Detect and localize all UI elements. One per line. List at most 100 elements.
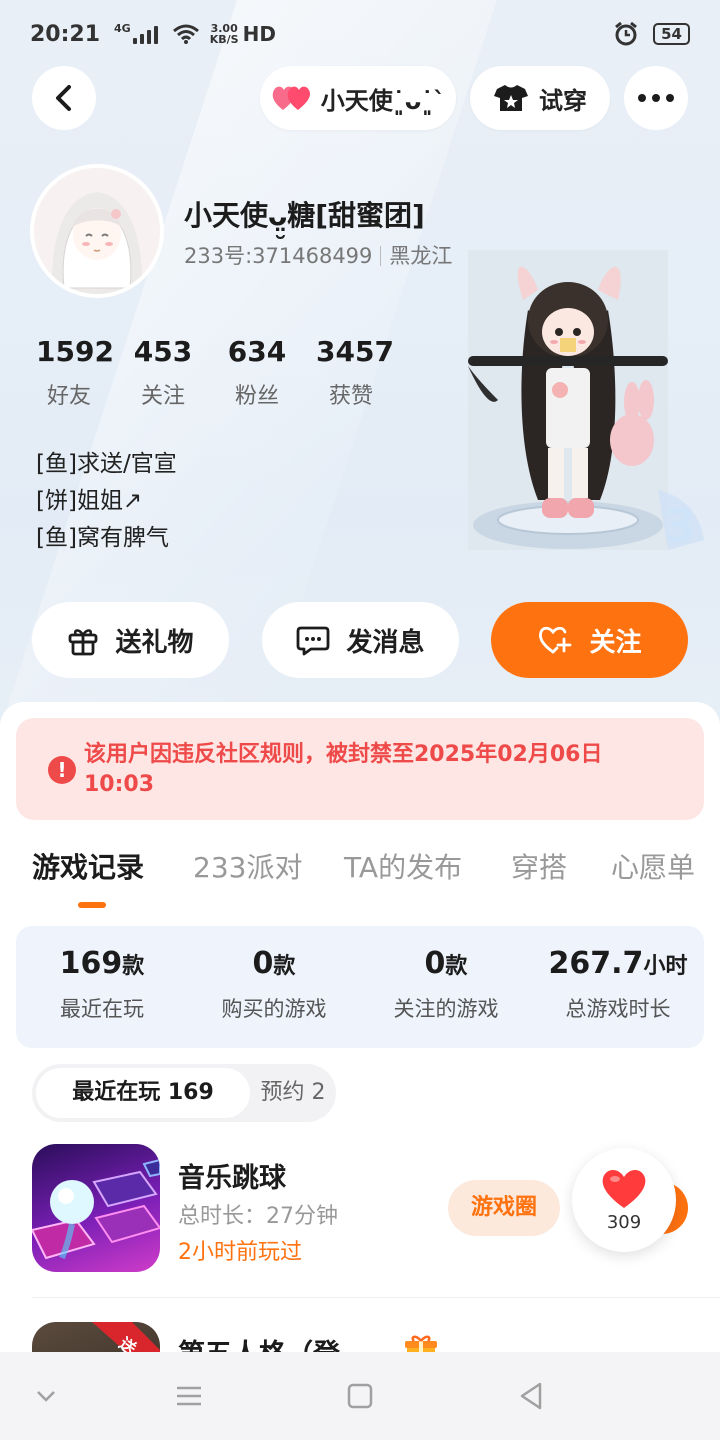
stat-value: 453 <box>133 335 193 368</box>
segment-recent[interactable]: 最近在玩 169 <box>36 1068 250 1118</box>
chat-bubble-icon <box>297 626 330 656</box>
game-summary: 169款 最近在玩 0款 购买的游戏 0款 关注的游戏 267.7小时 总游戏时… <box>16 926 704 1048</box>
avatar-image <box>34 168 160 294</box>
bio-line: [鱼]求送/官宣 <box>36 451 177 477</box>
summary-recent[interactable]: 169款 最近在玩 <box>16 946 188 1023</box>
summary-unit: 款 <box>445 954 468 979</box>
profile-name: 小天使ᴗ̤̮糖[甜蜜团] <box>184 199 425 232</box>
stat-following[interactable]: 453 关注 <box>130 336 196 410</box>
summary-value: 0 <box>252 946 274 981</box>
stat-value: 3457 <box>316 335 394 368</box>
games-segment: 最近在玩 169 预约 2 <box>32 1064 336 1122</box>
summary-value: 169 <box>59 946 123 981</box>
chevron-left-icon <box>56 85 71 111</box>
stat-friends[interactable]: 1592 好友 <box>36 335 114 410</box>
summary-purchased[interactable]: 0款 购买的游戏 <box>188 946 360 1023</box>
stat-label: 获赞 <box>328 384 373 409</box>
try-on-button[interactable]: 试穿 <box>470 66 610 130</box>
summary-label: 关注的游戏 <box>393 997 499 1021</box>
summary-unit: 款 <box>122 954 145 979</box>
follow-label: 关注 <box>589 627 642 658</box>
tab-wishlist[interactable]: 心愿单 <box>611 846 695 886</box>
tab-233-party[interactable]: 233派对 <box>193 846 302 886</box>
companion-name: 小天使˙͈ᴗ˙͈` <box>320 86 446 115</box>
menu-icon[interactable] <box>176 1385 202 1407</box>
summary-followed[interactable]: 0款 关注的游戏 <box>360 946 532 1023</box>
try-on-label: 试穿 <box>539 86 587 115</box>
stat-label: 关注 <box>140 384 185 409</box>
more-button[interactable] <box>624 66 688 130</box>
net-speed: 3.00 KB/S <box>210 23 239 45</box>
double-heart-icon <box>272 86 310 110</box>
character-illustration: 3 <box>468 250 704 553</box>
warning-icon: ! <box>48 756 76 784</box>
alarm-icon <box>615 21 638 46</box>
back-button[interactable] <box>32 66 96 130</box>
stat-fans[interactable]: 634 粉丝 <box>224 336 290 410</box>
status-bar: 20:21 4G 3.00 KB/S HD 54 <box>0 0 720 68</box>
svg-text:3: 3 <box>664 499 696 553</box>
chevron-down-icon[interactable] <box>36 1390 56 1402</box>
hd-label: HD <box>242 22 276 46</box>
tshirt-icon <box>494 85 528 111</box>
stat-value: 1592 <box>36 335 114 368</box>
summary-value: 0 <box>424 946 446 981</box>
game-title[interactable]: 音乐跳球 <box>178 1156 286 1195</box>
segment-reserve[interactable]: 预约 2 <box>254 1068 332 1118</box>
battery-indicator: 54 <box>653 23 690 45</box>
tab-game-records[interactable]: 游戏记录 <box>32 846 144 886</box>
summary-label: 最近在玩 <box>60 997 144 1021</box>
profile-id-line: 233号:371468499 黑龙江 <box>184 240 452 270</box>
summary-label: 总游戏时长 <box>565 997 671 1021</box>
summary-label: 购买的游戏 <box>221 997 327 1021</box>
music-ball-artwork <box>32 1158 160 1260</box>
summary-total-time[interactable]: 267.7小时 总游戏时长 <box>532 946 704 1023</box>
status-time: 20:21 <box>30 21 101 47</box>
back-triangle-icon[interactable] <box>518 1382 544 1410</box>
profile-id: 233号:371468499 <box>184 244 373 268</box>
avatar[interactable] <box>30 164 164 298</box>
home-square-icon[interactable] <box>347 1383 373 1409</box>
like-bubble[interactable]: 309 <box>572 1148 676 1252</box>
summary-unit: 款 <box>273 954 296 979</box>
stat-likes[interactable]: 3457 获赞 <box>316 335 394 410</box>
summary-value: 267.7 <box>548 946 644 981</box>
stat-label: 好友 <box>46 384 91 409</box>
id-separator <box>380 246 382 266</box>
send-message-label: 发消息 <box>346 627 425 658</box>
network-label: 4G <box>114 22 131 35</box>
stat-value: 634 <box>227 335 287 368</box>
companion-button[interactable]: 小天使˙͈ᴗ˙͈` <box>260 66 456 130</box>
profile-tabs: 游戏记录 233派对 TA的发布 穿搭 心愿单 <box>0 846 720 896</box>
gift-icon <box>69 629 98 656</box>
game-icon[interactable] <box>32 1144 160 1272</box>
game-circle-button[interactable]: 游戏圈 <box>448 1180 560 1236</box>
avatar-figure[interactable]: 3 <box>468 250 718 560</box>
signal-icon <box>132 24 158 44</box>
ban-notice: ! 该用户因违反社区规则，被封禁至2025年02月06日 10:03 <box>16 718 704 820</box>
more-dots-icon <box>638 94 674 102</box>
wifi-icon <box>172 24 199 44</box>
send-message-button[interactable]: 发消息 <box>262 602 459 678</box>
summary-unit: 小时 <box>643 954 688 979</box>
like-count: 309 <box>606 1212 642 1233</box>
system-nav-bar <box>0 1352 720 1440</box>
game-duration: 总时长：27分钟 <box>178 1204 338 1229</box>
tab-outfits[interactable]: 穿搭 <box>511 846 567 886</box>
ban-notice-text: 该用户因违反社区规则，被封禁至2025年02月06日 10:03 <box>84 742 603 797</box>
send-gift-label: 送礼物 <box>115 627 194 658</box>
heart-plus-icon <box>539 626 572 654</box>
heart-icon <box>602 1169 646 1208</box>
bio-line: [饼]姐姐↗ <box>36 488 143 514</box>
profile-bio: [鱼]求送/官宣 [饼]姐姐↗ [鱼]窝有脾气 <box>36 446 177 557</box>
bio-line: [鱼]窝有脾气 <box>36 525 169 551</box>
tab-posts[interactable]: TA的发布 <box>344 846 462 886</box>
send-gift-button[interactable]: 送礼物 <box>32 602 229 678</box>
follow-button[interactable]: 关注 <box>491 602 688 678</box>
game-last-played: 2小时前玩过 <box>178 1240 302 1265</box>
stat-label: 粉丝 <box>234 384 279 409</box>
tab-indicator <box>78 902 106 908</box>
net-speed-unit: KB/S <box>209 33 239 46</box>
list-divider <box>32 1297 720 1298</box>
profile-location: 黑龙江 <box>389 244 453 268</box>
